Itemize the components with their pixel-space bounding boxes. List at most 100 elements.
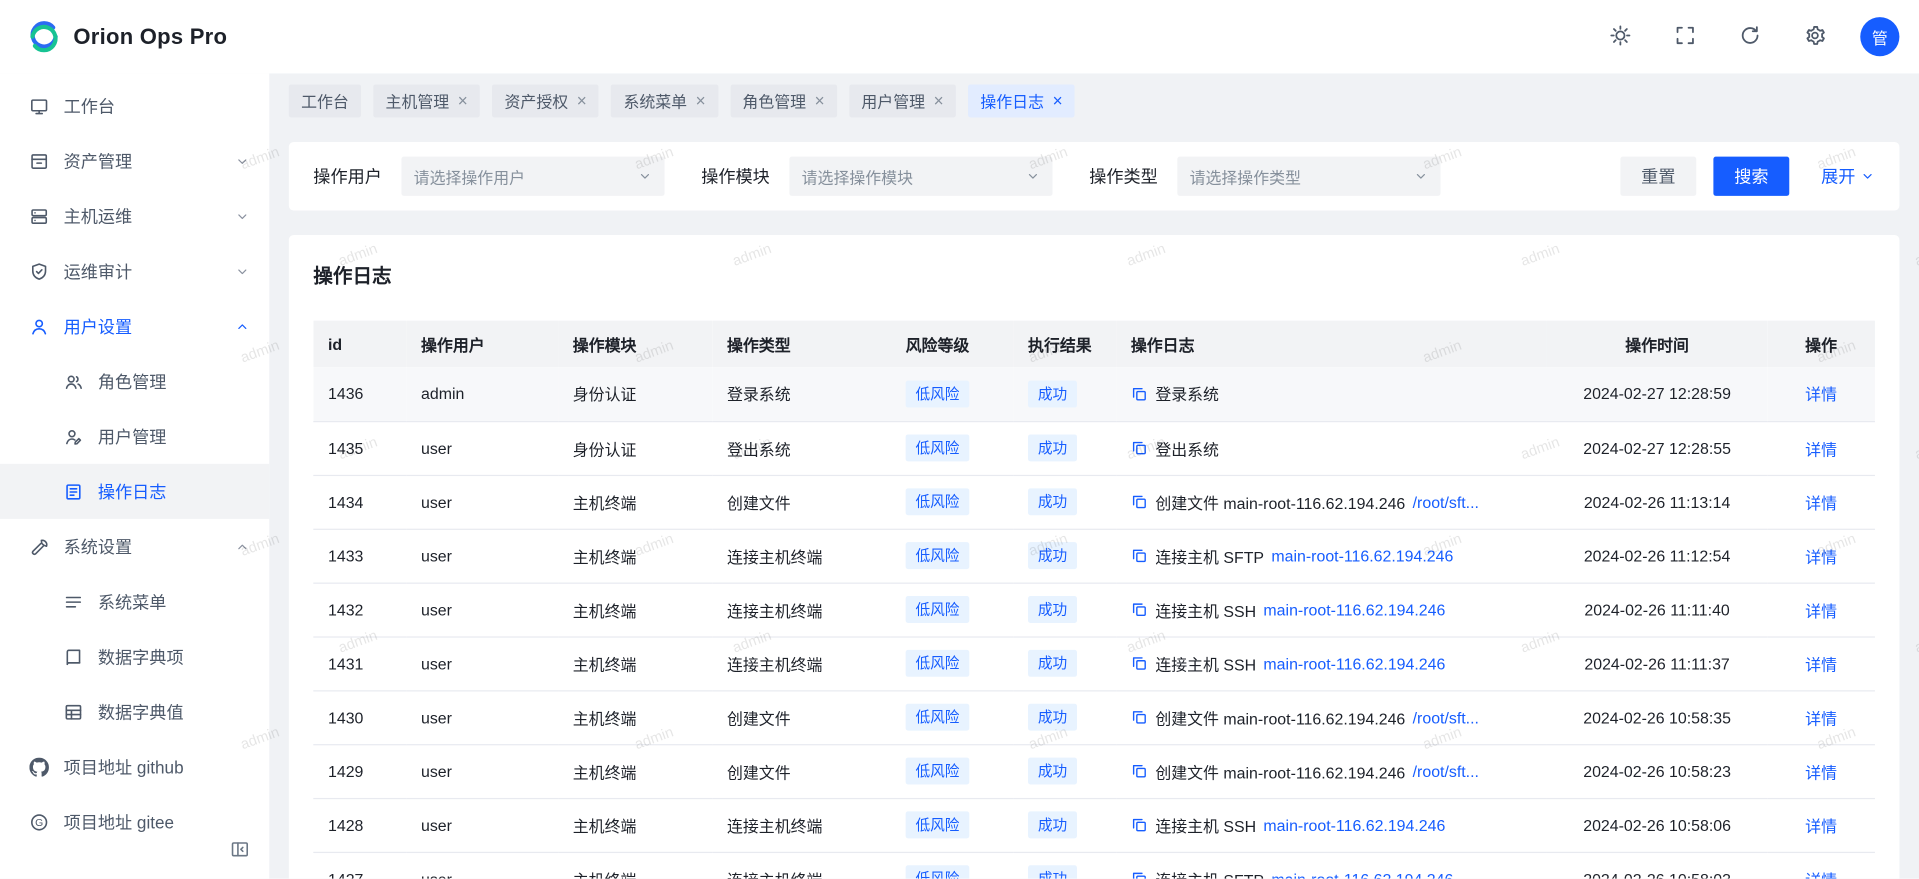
sidebar-item-operation-log[interactable]: 操作日志 [0,464,269,519]
operation-module-select[interactable]: 请选择操作模块 [789,157,1052,196]
copy-icon[interactable] [1131,493,1148,510]
copy-icon[interactable] [1131,762,1148,779]
copy-icon[interactable] [1131,655,1148,672]
tab-operation-log[interactable]: 操作日志 × [968,84,1075,117]
tab-workbench[interactable]: 工作台 [289,84,361,117]
select-placeholder: 请选择操作类型 [1190,165,1301,188]
operation-type-select[interactable]: 请选择操作类型 [1177,157,1440,196]
search-button[interactable]: 搜索 [1713,157,1789,196]
cell-time: 2024-02-26 11:11:40 [1547,583,1767,637]
log-link[interactable]: main-root-116.62.194.246 [1271,546,1453,564]
cell-user: user [406,421,558,475]
sidebar-item-dict-item[interactable]: 数据字典项 [0,629,269,684]
sidebar-collapse-button[interactable] [225,835,254,864]
github-icon [29,757,49,777]
copy-icon[interactable] [1131,547,1148,564]
log-link[interactable]: /root/sft... [1413,493,1479,511]
tab-host-management[interactable]: 主机管理 × [373,84,480,117]
log-text: 连接主机 SFTP [1155,544,1264,567]
sidebar-item-system-menu[interactable]: 系统菜单 [0,574,269,629]
theme-toggle-button[interactable] [1601,17,1640,56]
log-link[interactable]: main-root-116.62.194.246 [1271,870,1453,879]
tab-close-icon[interactable]: × [815,92,825,109]
cell-module: 主机终端 [558,744,712,798]
copy-icon[interactable] [1131,709,1148,726]
tab-close-icon[interactable]: × [1053,92,1063,109]
settings-button[interactable] [1795,17,1834,56]
log-link[interactable]: /root/sft... [1413,708,1479,726]
expand-toggle[interactable]: 展开 [1821,164,1875,188]
sidebar-item-github[interactable]: 项目地址 github [0,739,269,794]
menu-label: 项目地址 gitee [64,810,250,834]
tab-label: 操作日志 [980,89,1044,112]
cell-time: 2024-02-26 11:12:54 [1547,529,1767,583]
copy-icon[interactable] [1131,816,1148,833]
cell-module: 身份认证 [558,367,712,421]
table-header: id操作用户操作模块操作类型风险等级执行结果操作日志操作时间操作 [313,321,1875,368]
log-text: 连接主机 SSH [1155,813,1256,836]
log-link[interactable]: main-root-116.62.194.246 [1263,654,1445,672]
sidebar-item-dict-value[interactable]: 数据字典值 [0,684,269,739]
tab-user-management[interactable]: 用户管理× [849,84,956,117]
menu-label: 系统设置 [64,534,221,558]
cell-module: 身份认证 [558,421,712,475]
detail-link[interactable]: 详情 [1805,494,1837,512]
gear-icon [1804,24,1826,50]
cell-log: 连接主机 SSHmain-root-116.62.194.246 [1116,636,1547,690]
operation-user-select[interactable]: 请选择操作用户 [401,157,664,196]
tab-close-icon[interactable]: × [577,92,587,109]
sidebar-item-host-ops[interactable]: 主机运维 [0,188,269,243]
copy-icon[interactable] [1131,439,1148,456]
sidebar-item-workbench[interactable]: 工作台 [0,78,269,133]
cell-id: 1432 [313,583,406,637]
menu-label: 运维审计 [64,259,221,283]
menu-label: 角色管理 [98,369,250,393]
tab-role-management[interactable]: 角色管理× [730,84,837,117]
copy-icon[interactable] [1131,601,1148,618]
menu-label: 主机运维 [64,204,221,228]
cell-module: 主机终端 [558,690,712,744]
cell-type: 创建文件 [712,690,891,744]
detail-link[interactable]: 详情 [1805,763,1837,781]
log-link[interactable]: main-root-116.62.194.246 [1263,600,1445,618]
tab-close-icon[interactable]: × [934,92,944,109]
detail-link[interactable]: 详情 [1805,548,1837,566]
refresh-button[interactable] [1731,17,1770,56]
tab-close-icon[interactable]: × [696,92,706,109]
cell-result: 成功 [1013,367,1116,421]
tab-system-menu[interactable]: 系统菜单× [611,84,718,117]
sidebar-item-role-management[interactable]: 角色管理 [0,354,269,409]
tab-close-icon[interactable]: × [458,92,468,109]
cell-log: 创建文件 main-root-116.62.194.246/root/sft..… [1116,475,1547,529]
fullscreen-button[interactable] [1666,17,1705,56]
result-badge: 成功 [1028,542,1077,569]
detail-link[interactable]: 详情 [1805,655,1837,673]
tab-label: 主机管理 [386,89,450,112]
sidebar-item-ops-audit[interactable]: 运维审计 [0,244,269,299]
detail-link[interactable]: 详情 [1805,386,1837,404]
table-title: 操作日志 [313,259,1875,288]
cell-user: user [406,475,558,529]
detail-link[interactable]: 详情 [1805,871,1837,879]
tab-asset-auth[interactable]: 资产授权× [492,84,599,117]
log-text: 创建文件 main-root-116.62.194.246 [1155,759,1405,782]
sun-icon [1609,24,1631,50]
user-avatar[interactable]: 管 [1860,17,1899,56]
detail-link[interactable]: 详情 [1805,709,1837,727]
reset-button[interactable]: 重置 [1620,157,1696,196]
detail-link[interactable]: 详情 [1805,602,1837,620]
copy-icon[interactable] [1131,385,1148,402]
log-link[interactable]: main-root-116.62.194.246 [1263,816,1445,834]
sidebar-item-system-settings[interactable]: 系统设置 [0,519,269,574]
log-link[interactable]: /root/sft... [1413,762,1479,780]
detail-link[interactable]: 详情 [1805,817,1837,835]
sidebar-item-user-management[interactable]: 用户管理 [0,409,269,464]
cell-result: 成功 [1013,798,1116,852]
table-row: 1436admin身份认证登录系统低风险成功登录系统2024-02-27 12:… [313,367,1875,421]
copy-icon[interactable] [1131,870,1148,879]
detail-link[interactable]: 详情 [1805,440,1837,458]
sidebar-item-user-settings[interactable]: 用户设置 [0,299,269,354]
sidebar-item-asset-management[interactable]: 资产管理 [0,133,269,188]
svg-text:G: G [35,817,43,828]
cell-user: user [406,744,558,798]
